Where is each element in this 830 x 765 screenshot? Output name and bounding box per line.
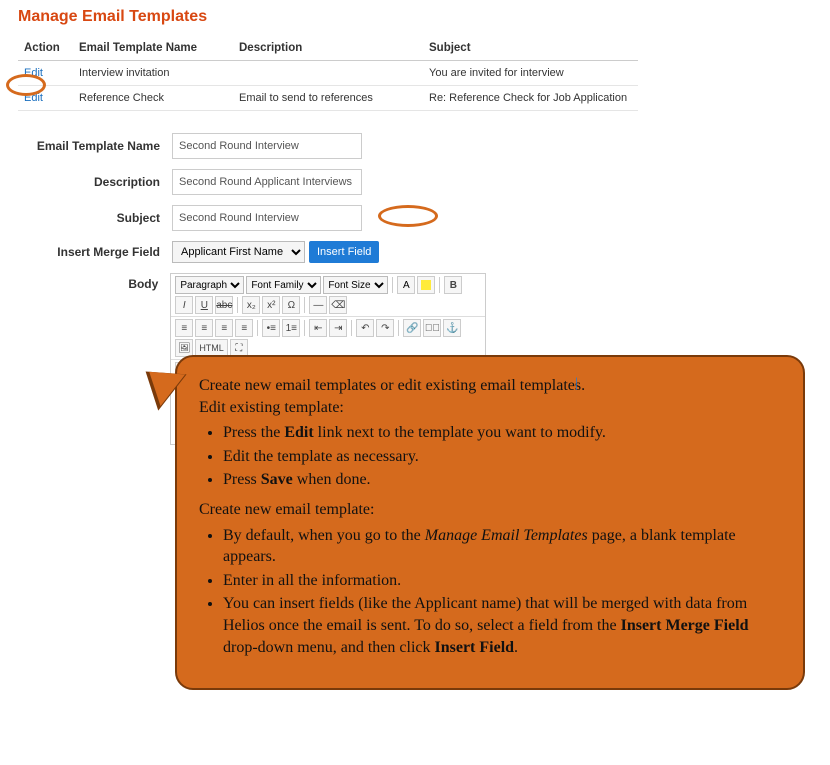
underline-button[interactable]: U — [195, 296, 213, 314]
callout-create-item: By default, when you go to the Manage Em… — [223, 525, 781, 568]
help-callout: | Create new email templates or edit exi… — [175, 355, 805, 690]
label-merge-field: Insert Merge Field — [36, 245, 172, 259]
paragraph-select[interactable]: Paragraph — [175, 276, 244, 294]
callout-create-item: Enter in all the information. — [223, 570, 781, 592]
cell-name: Reference Check — [73, 86, 233, 111]
table-row: Edit Interview invitation You are invite… — [18, 61, 638, 86]
th-name: Email Template Name — [73, 36, 233, 61]
font-family-select[interactable]: Font Family — [246, 276, 321, 294]
align-center-button[interactable]: ≡ — [195, 319, 213, 337]
align-left-button[interactable]: ≡ — [175, 319, 193, 337]
hr-button[interactable]: — — [309, 296, 327, 314]
special-char-button[interactable]: Ω — [282, 296, 300, 314]
edit-link[interactable]: Edit — [24, 67, 43, 79]
align-right-button[interactable]: ≡ — [215, 319, 233, 337]
edit-link[interactable]: Edit — [24, 92, 43, 104]
callout-edit-heading: Edit existing template: — [199, 397, 781, 419]
editor-toolbar-2: ≡ ≡ ≡ ≡ •≡ 1≡ ⇤ ⇥ ↶ ↷ 🔗 �⃠ ⚓ — [171, 317, 485, 360]
label-body: Body — [36, 273, 170, 291]
text-cursor-icon: | — [575, 375, 578, 394]
th-description: Description — [233, 36, 423, 61]
callout-edit-item: Press the Edit link next to the template… — [223, 422, 781, 444]
subject-input[interactable] — [172, 205, 362, 231]
callout-intro: Create new email templates or edit exist… — [199, 375, 781, 397]
table-row: Edit Reference Check Email to send to re… — [18, 86, 638, 111]
insert-field-button[interactable]: Insert Field — [309, 241, 379, 263]
cell-subject: You are invited for interview — [423, 61, 638, 86]
undo-button[interactable]: ↶ — [356, 319, 374, 337]
font-color-button[interactable]: A — [397, 276, 415, 294]
anchor-button[interactable]: ⚓ — [443, 319, 461, 337]
align-justify-button[interactable]: ≡ — [235, 319, 253, 337]
callout-edit-item: Press Save when done. — [223, 469, 781, 491]
bulleted-list-button[interactable]: •≡ — [262, 319, 280, 337]
bold-button[interactable]: B — [444, 276, 462, 294]
callout-create-item: You can insert fields (like the Applican… — [223, 593, 781, 658]
indent-button[interactable]: ⇥ — [329, 319, 347, 337]
callout-create-heading: Create new email template: — [199, 499, 781, 521]
th-subject: Subject — [423, 36, 638, 61]
template-name-input[interactable] — [172, 133, 362, 159]
outdent-button[interactable]: ⇤ — [309, 319, 327, 337]
cell-desc — [233, 61, 423, 86]
cell-desc: Email to send to references — [233, 86, 423, 111]
page-title: Manage Email Templates — [18, 8, 812, 26]
cell-subject: Re: Reference Check for Job Application — [423, 86, 638, 111]
highlight-color-button[interactable] — [417, 276, 435, 294]
font-size-select[interactable]: Font Size — [323, 276, 388, 294]
link-button[interactable]: 🔗 — [403, 319, 421, 337]
editor-toolbar-1: Paragraph Font Family Font Size A B I U … — [171, 274, 485, 317]
callout-edit-item: Edit the template as necessary. — [223, 446, 781, 468]
unlink-button[interactable]: �⃠ — [423, 319, 441, 337]
merge-field-select[interactable]: Applicant First Name — [172, 241, 305, 263]
strikethrough-button[interactable]: abc — [215, 296, 233, 314]
templates-table: Action Email Template Name Description S… — [18, 36, 638, 111]
subscript-button[interactable]: x₂ — [242, 296, 260, 314]
clear-format-button[interactable]: ⌫ — [329, 296, 347, 314]
italic-button[interactable]: I — [175, 296, 193, 314]
label-template-name: Email Template Name — [36, 139, 172, 153]
cell-name: Interview invitation — [73, 61, 233, 86]
label-description: Description — [36, 175, 172, 189]
redo-button[interactable]: ↷ — [376, 319, 394, 337]
th-action: Action — [18, 36, 73, 61]
label-subject: Subject — [36, 211, 172, 225]
numbered-list-button[interactable]: 1≡ — [282, 319, 300, 337]
description-input[interactable] — [172, 169, 362, 195]
superscript-button[interactable]: x² — [262, 296, 280, 314]
